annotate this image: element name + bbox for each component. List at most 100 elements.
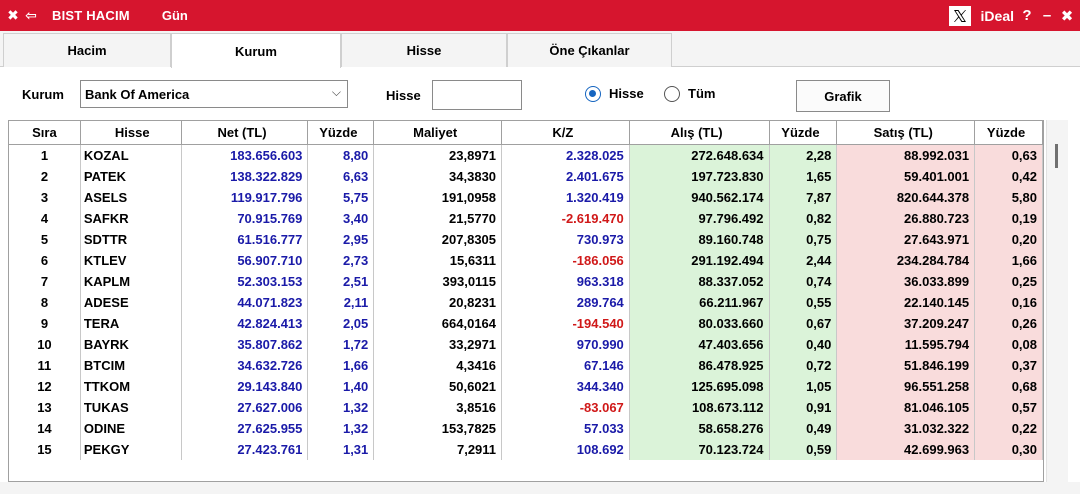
col-net[interactable]: Net (TL) (182, 121, 309, 144)
cell-maliyet: 3,8516 (374, 397, 503, 418)
cell-satis: 11.595.794 (837, 334, 976, 355)
cell-kz: 730.973 (502, 229, 630, 250)
hisse-input[interactable] (432, 80, 522, 110)
table-row[interactable]: 15 PEKGY 27.423.761 1,31 7,2911 108.692 70.123… (9, 439, 1043, 460)
period-selector[interactable]: Gün (162, 8, 188, 23)
minimize-icon[interactable]: – (1040, 7, 1054, 24)
cell-kz: 963.318 (502, 271, 630, 292)
col-yuzde-alis[interactable]: Yüzde (769, 121, 838, 144)
table-row[interactable]: 1 KOZAL 183.656.603 8,80 23,8971 2.328.025 272… (9, 145, 1043, 166)
col-maliyet[interactable]: Maliyet (374, 121, 503, 144)
tab-one-cikanlar[interactable]: Öne Çıkanlar (507, 33, 672, 67)
close-icon[interactable]: ✖ (1060, 7, 1074, 25)
help-icon[interactable]: ? (1020, 7, 1034, 24)
col-yuzde-satis[interactable]: Yüzde (975, 121, 1043, 144)
table-row[interactable]: 7 KAPLM 52.303.153 2,51 393,0115 963.318 88.33… (9, 271, 1043, 292)
cell-net: 61.516.777 (182, 229, 309, 250)
tab-hisse[interactable]: Hisse (341, 33, 507, 67)
cell-satis: 96.551.258 (837, 376, 976, 397)
cell-sira: 4 (9, 208, 81, 229)
cell-sira: 12 (9, 376, 81, 397)
cell-maliyet: 664,0164 (374, 313, 503, 334)
cell-sira: 1 (9, 145, 81, 166)
cell-yuzde-alis: 1,65 (769, 166, 838, 187)
cell-yuzde-satis: 0,26 (975, 313, 1043, 334)
radio-tum-label[interactable]: Tüm (688, 86, 715, 101)
x-logo-icon[interactable] (948, 5, 971, 26)
cell-net: 29.143.840 (182, 376, 309, 397)
cell-kz: 289.764 (502, 292, 630, 313)
cell-maliyet: 50,6021 (374, 376, 503, 397)
tab-hacim[interactable]: Hacim (3, 33, 171, 67)
table-row[interactable]: 9 TERA 42.824.413 2,05 664,0164 -194.540 80.03… (9, 313, 1043, 334)
kurum-dropdown[interactable]: Bank Of America ⌵ (80, 80, 348, 108)
col-kz[interactable]: K/Z (502, 121, 630, 144)
cell-kz: 970.990 (502, 334, 630, 355)
cell-yuzde-net: 1,66 (308, 355, 375, 376)
table-row[interactable]: 10 BAYRK 35.807.862 1,72 33,2971 970.990 47.40… (9, 334, 1043, 355)
cell-alis: 940.562.174 (629, 187, 770, 208)
table-row[interactable]: 2 PATEK 138.322.829 6,63 34,3830 2.401.675 197… (9, 166, 1043, 187)
broker-table: Sıra Hisse Net (TL) Yüzde Maliyet K/Z Al… (8, 120, 1044, 482)
table-row[interactable]: 8 ADESE 44.071.823 2,11 20,8231 289.764 66.211… (9, 292, 1043, 313)
vertical-scrollbar[interactable] (1046, 120, 1068, 482)
cell-hisse: KTLEV (81, 250, 182, 271)
table-row[interactable]: 14 ODINE 27.625.955 1,32 153,7825 57.033 58.65… (9, 418, 1043, 439)
grafik-button[interactable]: Grafik (796, 80, 890, 112)
cell-net: 27.423.761 (182, 439, 309, 460)
cell-sira: 9 (9, 313, 81, 334)
cell-satis: 234.284.784 (837, 250, 976, 271)
close-panel-icon[interactable]: ✖ (4, 7, 22, 24)
cell-hisse: ASELS (81, 187, 182, 208)
cell-yuzde-satis: 0,37 (975, 355, 1043, 376)
cell-yuzde-alis: 0,91 (769, 397, 838, 418)
radio-hisse[interactable] (585, 86, 601, 102)
cell-satis: 27.643.971 (837, 229, 976, 250)
cell-sira: 8 (9, 292, 81, 313)
cell-yuzde-alis: 1,05 (769, 376, 838, 397)
cell-yuzde-net: 2,73 (308, 250, 375, 271)
cell-yuzde-net: 5,75 (308, 187, 375, 208)
cell-alis: 97.796.492 (629, 208, 770, 229)
cell-yuzde-satis: 0,57 (975, 397, 1043, 418)
cell-yuzde-satis: 0,25 (975, 271, 1043, 292)
table-row[interactable]: 5 SDTTR 61.516.777 2,95 207,8305 730.973 89.16… (9, 229, 1043, 250)
cell-alis: 70.123.724 (629, 439, 770, 460)
table-row[interactable]: 4 SAFKR 70.915.769 3,40 21,5770 -2.619.470 97.… (9, 208, 1043, 229)
col-satis[interactable]: Satış (TL) (837, 121, 976, 144)
cell-alis: 80.033.660 (629, 313, 770, 334)
table-row[interactable]: 11 BTCIM 34.632.726 1,66 4,3416 67.146 86.478.… (9, 355, 1043, 376)
radio-tum[interactable] (664, 86, 680, 102)
radio-hisse-label[interactable]: Hisse (609, 86, 644, 101)
tab-kurum[interactable]: Kurum (171, 33, 341, 68)
table-row[interactable]: 6 KTLEV 56.907.710 2,73 15,6311 -186.056 291.1… (9, 250, 1043, 271)
cell-yuzde-satis: 0,30 (975, 439, 1043, 460)
cell-yuzde-alis: 2,28 (769, 145, 838, 166)
cell-alis: 58.658.276 (629, 418, 770, 439)
tab-bar: Hacim Kurum Hisse Öne Çıkanlar (0, 31, 1080, 68)
cell-net: 44.071.823 (182, 292, 309, 313)
cell-maliyet: 191,0958 (374, 187, 503, 208)
cell-yuzde-net: 8,80 (308, 145, 375, 166)
cell-kz: 108.692 (502, 439, 630, 460)
cell-hisse: BAYRK (81, 334, 182, 355)
table-row[interactable]: 12 TTKOM 29.143.840 1,40 50,6021 344.340 125.6… (9, 376, 1043, 397)
col-alis[interactable]: Alış (TL) (629, 121, 770, 144)
kurum-label: Kurum (22, 87, 64, 102)
table-row[interactable]: 13 TUKAS 27.627.006 1,32 3,8516 -83.067 108.67… (9, 397, 1043, 418)
filter-row: Kurum Bank Of America ⌵ Hisse Hisse Tüm … (0, 68, 1080, 120)
col-yuzde-net[interactable]: Yüzde (308, 121, 375, 144)
cell-yuzde-satis: 0,63 (975, 145, 1043, 166)
cell-sira: 15 (9, 439, 81, 460)
table-row[interactable]: 3 ASELS 119.917.796 5,75 191,0958 1.320.419 94… (9, 187, 1043, 208)
table-header: Sıra Hisse Net (TL) Yüzde Maliyet K/Z Al… (9, 121, 1043, 145)
cell-maliyet: 33,2971 (374, 334, 503, 355)
cell-satis: 37.209.247 (837, 313, 976, 334)
cell-sira: 3 (9, 187, 81, 208)
bottom-edge (0, 482, 1080, 494)
col-sira[interactable]: Sıra (9, 121, 81, 144)
back-arrow-icon[interactable]: ⇦ (22, 7, 40, 24)
cell-satis: 88.992.031 (837, 145, 976, 166)
scrollbar-thumb[interactable] (1055, 144, 1058, 168)
col-hisse[interactable]: Hisse (81, 121, 182, 144)
